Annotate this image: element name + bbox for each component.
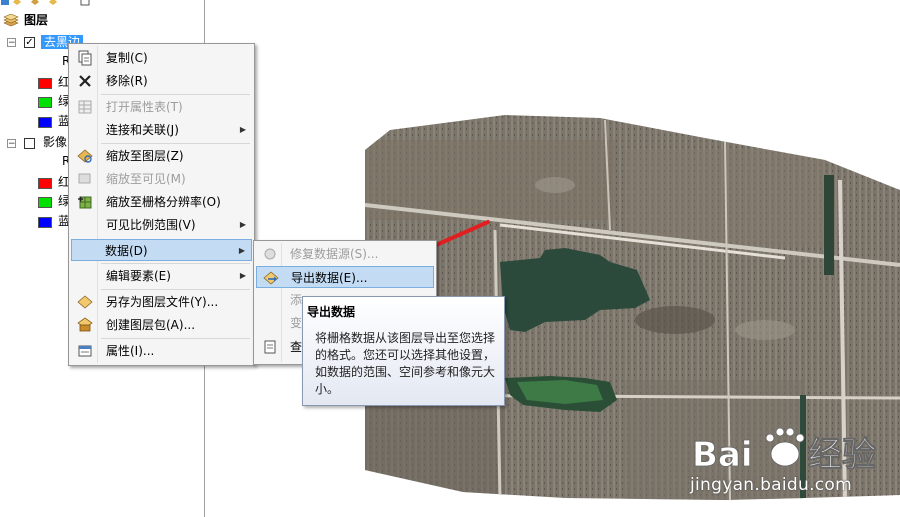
submenu-export-label: 导出数据(E)...: [291, 271, 368, 285]
list-by-source-icon[interactable]: [12, 0, 22, 6]
menu-item-visible-scale-label: 可见比例范围(V): [106, 218, 196, 232]
list-by-selection-icon[interactable]: [48, 0, 58, 6]
layer1-visibility-checkbox[interactable]: ✓: [24, 37, 35, 48]
menu-item-properties[interactable]: 属性(I)...: [71, 340, 252, 362]
remove-x-icon: [79, 75, 91, 87]
toc-toolbar: [0, 0, 205, 8]
menu-item-save-layer-label: 另存为图层文件(Y)...: [106, 295, 219, 309]
menu-item-edit-features-label: 编辑要素(E): [106, 269, 171, 283]
layer2-collapse-toggle[interactable]: −: [7, 139, 16, 149]
layer2-visibility-checkbox[interactable]: [24, 138, 35, 149]
submenu-arrow-icon: ▶: [238, 246, 245, 255]
repair-source-icon: [264, 248, 276, 260]
svg-text:Bai: Bai: [692, 435, 753, 475]
menu-item-open-table-label: 打开属性表(T): [106, 100, 183, 114]
layer1-collapse-toggle[interactable]: −: [7, 38, 16, 48]
menu-item-joins-label: 连接和关联(J): [106, 123, 179, 137]
submenu-item-4-label: 变: [290, 316, 303, 330]
menu-separator: [101, 94, 250, 95]
layer1-blue-swatch: [38, 117, 52, 128]
layer1-red-swatch: [38, 78, 52, 89]
baidu-jingyan-watermark: Bai 经验 jingyan.baidu.com: [690, 420, 900, 517]
menu-item-zoom-to-layer[interactable]: 缩放至图层(Z): [71, 145, 252, 167]
export-data-icon: [263, 271, 279, 285]
layer2-red-swatch: [38, 178, 52, 189]
layer1-green-swatch: [38, 97, 52, 108]
menu-item-copy[interactable]: 复制(C): [71, 47, 252, 69]
menu-item-zoom-to-visible: 缩放至可见(M): [71, 168, 252, 190]
options-icon[interactable]: [80, 0, 90, 6]
copy-icon: [78, 50, 92, 66]
menu-item-zoom-raster-resolution[interactable]: 缩放至栅格分辨率(O): [71, 191, 252, 213]
submenu-arrow-icon: ▶: [239, 220, 246, 229]
menu-item-create-package-label: 创建图层包(A)...: [106, 318, 196, 332]
menu-separator: [101, 289, 250, 290]
submenu-repair-label: 修复数据源(S)...: [290, 247, 379, 261]
table-icon: [78, 100, 92, 114]
menu-item-open-attribute-table: 打开属性表(T): [71, 96, 252, 118]
list-by-drawing-order-icon[interactable]: [0, 0, 10, 6]
zoom-to-visible-icon: [78, 173, 91, 184]
watermark-url: jingyan.baidu.com: [690, 475, 852, 495]
submenu-arrow-icon: ▶: [239, 271, 246, 280]
submenu-item-repair-data-source: 修复数据源(S)...: [256, 243, 434, 265]
document-icon: [264, 340, 276, 354]
menu-item-data[interactable]: 数据(D) ▶: [71, 239, 252, 261]
layers-icon: [3, 14, 19, 27]
submenu-item-export-data[interactable]: 导出数据(E)...: [256, 266, 434, 288]
tooltip-body: 将栅格数据从该图层导出至您选择的格式。您还可以选择其他设置，如数据的范围、空间参…: [315, 331, 496, 396]
menu-item-properties-label: 属性(I)...: [106, 344, 155, 358]
menu-item-data-label: 数据(D): [105, 244, 148, 258]
menu-item-remove[interactable]: 移除(R): [71, 70, 252, 92]
zoom-to-layer-icon: [77, 149, 93, 163]
layer2-green-swatch: [38, 197, 52, 208]
layer-context-menu: 复制(C) 移除(R) 打开属性表(T) 连接和关联(J) ▶ 缩放至图层(Z)…: [68, 43, 255, 366]
baidu-logo-icon: Bai 经验: [692, 427, 876, 475]
menu-item-visible-scale-range[interactable]: 可见比例范围(V) ▶: [71, 214, 252, 236]
list-by-visibility-icon[interactable]: [30, 0, 40, 6]
layer-package-icon: [77, 317, 93, 332]
menu-separator: [101, 263, 250, 264]
menu-item-zoom-layer-label: 缩放至图层(Z): [106, 149, 184, 163]
properties-icon: [78, 345, 92, 357]
svg-text:经验: 经验: [808, 435, 876, 475]
menu-separator: [101, 338, 250, 339]
submenu-item-5-label: 查: [290, 340, 303, 354]
menu-item-joins-relates[interactable]: 连接和关联(J) ▶: [71, 119, 252, 141]
menu-item-save-as-layer-file[interactable]: 另存为图层文件(Y)...: [71, 291, 252, 313]
menu-item-zoom-visible-label: 缩放至可见(M): [106, 172, 186, 186]
layer-file-icon: [77, 295, 93, 309]
layer2-name[interactable]: 影像: [43, 133, 67, 151]
submenu-arrow-icon: ▶: [239, 125, 246, 134]
layer2-blue-swatch: [38, 217, 52, 228]
raster-resolution-icon: [78, 196, 92, 209]
submenu-item-3-label: 添: [290, 293, 303, 307]
toc-root-label: 图层: [24, 13, 49, 27]
export-data-tooltip: 导出数据 将栅格数据从该图层导出至您选择的格式。您还可以选择其他设置，如数据的范…: [302, 296, 505, 406]
menu-item-create-layer-package[interactable]: 创建图层包(A)...: [71, 314, 252, 336]
menu-item-remove-label: 移除(R): [106, 74, 148, 88]
menu-item-zoom-raster-label: 缩放至栅格分辨率(O): [106, 195, 221, 209]
menu-item-copy-label: 复制(C): [106, 51, 148, 65]
menu-item-edit-features[interactable]: 编辑要素(E) ▶: [71, 265, 252, 287]
tooltip-title: 导出数据: [307, 305, 356, 319]
menu-separator: [101, 143, 250, 144]
